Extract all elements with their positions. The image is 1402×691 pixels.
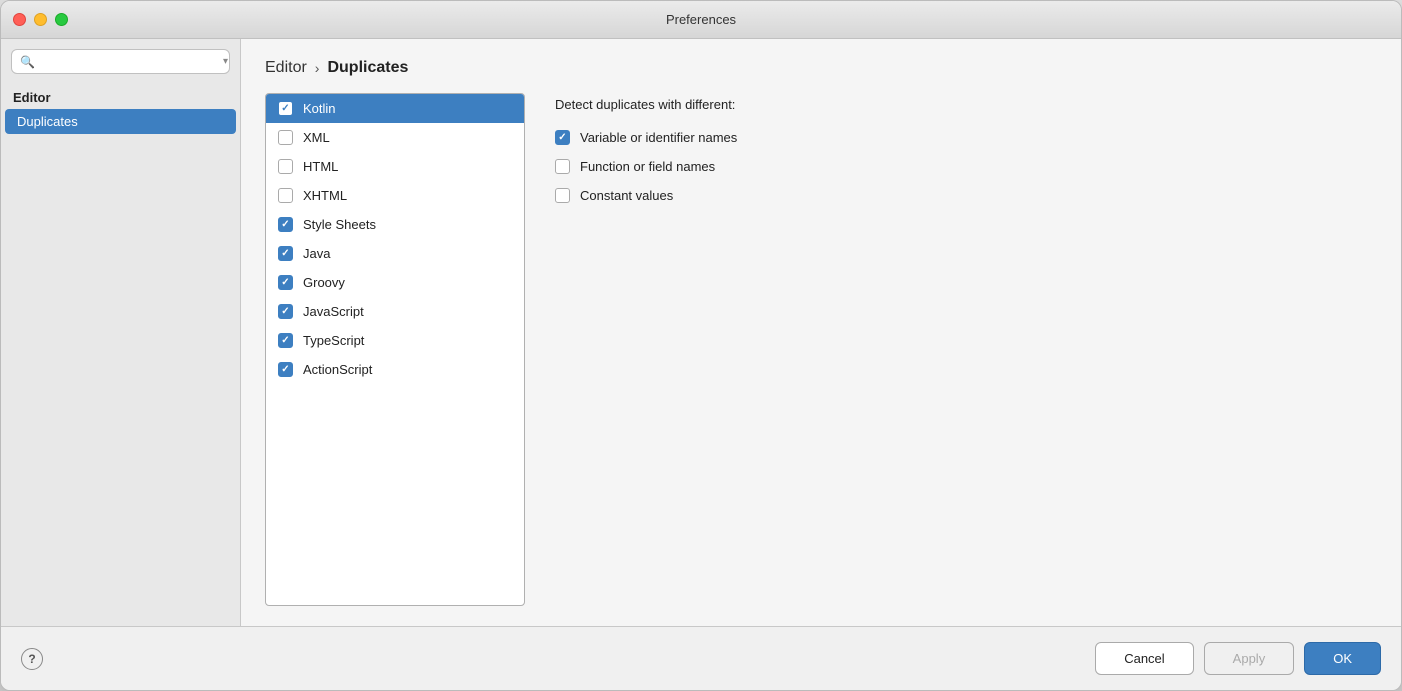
lang-checkbox-typescript[interactable]: ✓: [278, 333, 293, 348]
search-input[interactable]: [41, 54, 217, 69]
lang-item-groovy[interactable]: ✓ Groovy: [266, 268, 524, 297]
search-dropdown-icon[interactable]: ▾: [223, 56, 228, 67]
bottom-buttons: Cancel Apply OK: [1095, 642, 1381, 675]
preferences-window: Preferences 🔍 ▾ Editor Duplicates Editor…: [0, 0, 1402, 691]
sidebar-item-duplicates[interactable]: Duplicates: [5, 109, 236, 134]
lang-checkbox-groovy[interactable]: ✓: [278, 275, 293, 290]
lang-item-xml[interactable]: XML: [266, 123, 524, 152]
lang-item-typescript[interactable]: ✓ TypeScript: [266, 326, 524, 355]
apply-button[interactable]: Apply: [1204, 642, 1295, 675]
minimize-button[interactable]: [34, 13, 47, 26]
search-input-wrapper[interactable]: 🔍 ▾: [11, 49, 230, 74]
detect-option-variable[interactable]: ✓ Variable or identifier names: [555, 130, 737, 145]
detect-option-constant[interactable]: Constant values: [555, 188, 737, 203]
lang-item-stylesheets[interactable]: ✓ Style Sheets: [266, 210, 524, 239]
language-list: ✓ Kotlin XML HTML: [265, 93, 525, 606]
right-panel: Editor › Duplicates ✓ Kotlin: [241, 39, 1401, 626]
breadcrumb-current: Duplicates: [327, 59, 408, 77]
ok-button[interactable]: OK: [1304, 642, 1381, 675]
sidebar-section-editor: Editor: [1, 82, 240, 109]
breadcrumb: Editor › Duplicates: [265, 59, 1377, 77]
detect-checkbox-function[interactable]: [555, 159, 570, 174]
search-bar: 🔍 ▾: [1, 39, 240, 82]
title-bar: Preferences: [1, 1, 1401, 39]
cancel-button[interactable]: Cancel: [1095, 642, 1193, 675]
lang-item-kotlin[interactable]: ✓ Kotlin: [266, 94, 524, 123]
detect-title: Detect duplicates with different:: [555, 97, 737, 112]
close-button[interactable]: [13, 13, 26, 26]
detect-options: Detect duplicates with different: ✓ Vari…: [555, 93, 737, 606]
bottom-bar: ? Cancel Apply OK: [1, 626, 1401, 690]
lang-checkbox-kotlin[interactable]: ✓: [278, 101, 293, 116]
maximize-button[interactable]: [55, 13, 68, 26]
detect-option-function[interactable]: Function or field names: [555, 159, 737, 174]
traffic-lights: [13, 13, 68, 26]
lang-item-javascript[interactable]: ✓ JavaScript: [266, 297, 524, 326]
lang-checkbox-actionscript[interactable]: ✓: [278, 362, 293, 377]
detect-checkbox-variable[interactable]: ✓: [555, 130, 570, 145]
lang-checkbox-java[interactable]: ✓: [278, 246, 293, 261]
lang-checkbox-javascript[interactable]: ✓: [278, 304, 293, 319]
lang-item-xhtml[interactable]: XHTML: [266, 181, 524, 210]
help-button[interactable]: ?: [21, 648, 43, 670]
lang-checkbox-html[interactable]: [278, 159, 293, 174]
window-title: Preferences: [666, 12, 736, 27]
detect-checkbox-constant[interactable]: [555, 188, 570, 203]
search-icon: 🔍: [20, 55, 35, 69]
breadcrumb-editor: Editor: [265, 59, 307, 77]
lang-item-java[interactable]: ✓ Java: [266, 239, 524, 268]
panel-body: ✓ Kotlin XML HTML: [265, 93, 1377, 606]
lang-checkbox-xml[interactable]: [278, 130, 293, 145]
sidebar: 🔍 ▾ Editor Duplicates: [1, 39, 241, 626]
lang-checkbox-stylesheets[interactable]: ✓: [278, 217, 293, 232]
lang-item-html[interactable]: HTML: [266, 152, 524, 181]
breadcrumb-arrow: ›: [315, 60, 320, 76]
lang-item-actionscript[interactable]: ✓ ActionScript: [266, 355, 524, 384]
main-content: 🔍 ▾ Editor Duplicates Editor › Duplicate…: [1, 39, 1401, 626]
lang-checkbox-xhtml[interactable]: [278, 188, 293, 203]
